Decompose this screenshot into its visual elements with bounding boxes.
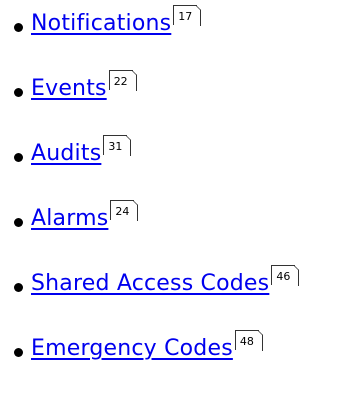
link-notifications[interactable]: Notifications	[31, 4, 171, 44]
page-ref-badge: 31	[103, 135, 132, 156]
bullet-icon	[14, 218, 23, 227]
page-ref-badge: 46	[271, 265, 300, 286]
page-ref-edge	[137, 205, 139, 221]
page-ref-badge: 17	[173, 5, 202, 26]
link-emergency-codes[interactable]: Emergency Codes	[31, 329, 233, 369]
bullet-icon	[14, 88, 23, 97]
page-ref-edge	[200, 10, 202, 26]
link-shared-access-codes[interactable]: Shared Access Codes	[31, 264, 269, 304]
link-audits[interactable]: Audits	[31, 134, 101, 174]
bullet-icon	[14, 283, 23, 292]
page-number: 31	[108, 140, 123, 153]
link-events[interactable]: Events	[31, 69, 107, 109]
list-item-events: Events 22	[14, 69, 137, 109]
list-item-audits: Audits 31	[14, 134, 132, 174]
page-number: 48	[239, 335, 254, 348]
list-item-emergency-codes: Emergency Codes 48	[14, 329, 263, 369]
page-number: 24	[115, 205, 130, 218]
bullet-icon	[14, 153, 23, 162]
page-number: 17	[178, 10, 193, 23]
link-alarms[interactable]: Alarms	[31, 199, 108, 239]
list-item-notifications: Notifications 17	[14, 4, 202, 44]
page-ref-edge	[130, 140, 132, 156]
bullet-icon	[14, 348, 23, 357]
page-ref-badge: 22	[108, 70, 137, 91]
page-number: 22	[113, 75, 128, 88]
page-ref-edge	[135, 75, 137, 91]
list-item-shared-access-codes: Shared Access Codes 46	[14, 264, 300, 304]
page-number: 46	[276, 270, 291, 283]
page-ref-edge	[298, 270, 300, 286]
list-item-alarms: Alarms 24	[14, 199, 139, 239]
page-ref-badge: 48	[234, 330, 263, 351]
bullet-icon	[14, 23, 23, 32]
page-ref-badge: 24	[110, 200, 139, 221]
page-ref-edge	[261, 335, 263, 351]
